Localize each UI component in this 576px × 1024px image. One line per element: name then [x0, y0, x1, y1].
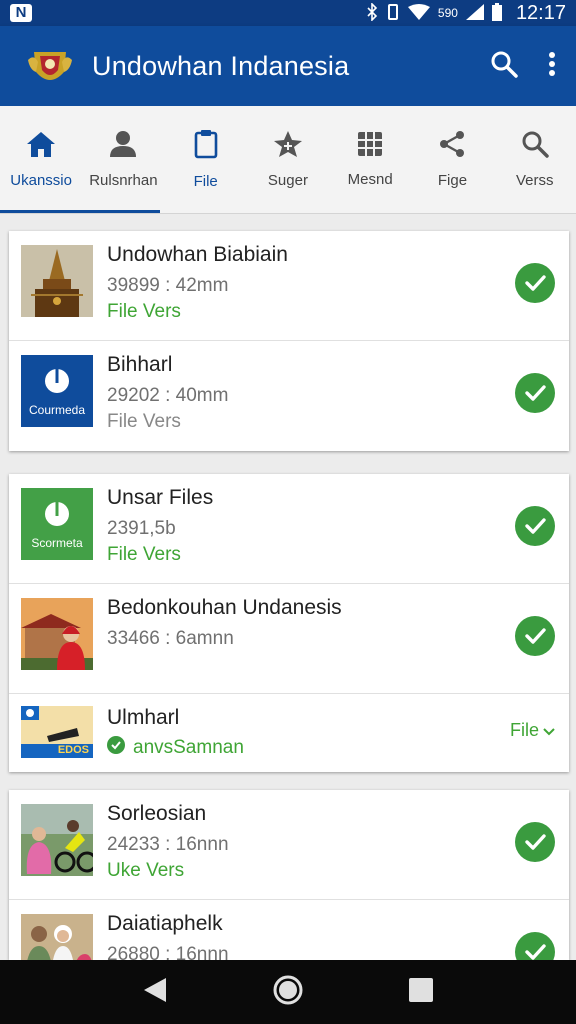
tab-mesnd[interactable]: Mesnd	[329, 106, 411, 213]
building-photo	[21, 598, 93, 670]
thumb-caption: Scormeta	[31, 536, 83, 550]
file-card: Scormeta Unsar Files 2391,5b File Vers B…	[9, 474, 569, 772]
item-title: Daiatiaphelk	[107, 912, 223, 935]
wifi-icon	[407, 3, 430, 23]
network-label: 590	[437, 6, 458, 20]
tab-verss[interactable]: Verss	[494, 106, 576, 213]
tab-label: Verss	[515, 172, 554, 189]
thumb-caption: EDOS	[57, 744, 89, 756]
item-title: Ulmharl	[107, 706, 180, 729]
clock: 12:17	[515, 1, 566, 24]
tab-fige[interactable]: Fige	[411, 106, 493, 213]
check-icon[interactable]	[515, 616, 555, 656]
tab-label: File	[193, 173, 218, 190]
item-title: Bihharl	[107, 353, 173, 376]
grid-icon	[357, 131, 383, 161]
check-icon[interactable]	[515, 506, 555, 546]
people-photo	[21, 914, 93, 960]
item-meta: anvsSamnan	[107, 736, 244, 760]
item-meta: File Vers	[107, 544, 181, 565]
system-nav-bar	[0, 960, 576, 1024]
tab-file[interactable]: File	[165, 106, 247, 213]
recents-icon[interactable]	[408, 977, 434, 1008]
item-title: Unsar Files	[107, 486, 214, 509]
check-icon	[107, 736, 125, 760]
share-icon	[438, 130, 466, 162]
vibrate-icon	[386, 3, 400, 24]
app-title: Undowhan Indanesia	[92, 50, 350, 81]
list-item[interactable]: Scormeta Unsar Files 2391,5b File Vers	[9, 474, 569, 584]
app-bar: Undowhan Indanesia	[0, 26, 576, 106]
item-size: 26880 : 16nnn	[107, 944, 229, 960]
item-meta: Uke Vers	[107, 860, 185, 881]
star-icon	[273, 130, 303, 162]
list-item[interactable]: Sorleosian 24233 : 16nnn Uke Vers	[9, 790, 569, 900]
tab-label: Fige	[437, 172, 468, 189]
item-title: Bedonkouhan Undanesis	[107, 596, 342, 619]
file-dropdown[interactable]: File	[510, 720, 555, 741]
item-meta-text: anvsSamnan	[133, 737, 244, 758]
home-button-icon[interactable]	[272, 974, 304, 1011]
tab-suger[interactable]: Suger	[247, 106, 329, 213]
tab-label: Suger	[267, 172, 308, 189]
search-icon[interactable]	[490, 50, 518, 83]
tab-label: Mesnd	[347, 171, 393, 188]
list-item[interactable]: Courmeda Bihharl 29202 : 40mm File Vers	[9, 341, 569, 451]
list-item[interactable]: Undowhan Biabiain 39899 : 42mm File Vers	[9, 231, 569, 341]
battery-icon	[491, 2, 502, 24]
signal-icon	[465, 3, 484, 23]
item-title: Undowhan Biabiain	[107, 243, 288, 266]
item-meta: File Vers	[107, 301, 181, 322]
dropdown-label: File	[509, 720, 539, 740]
home-icon	[26, 130, 56, 162]
item-size: 39899 : 42mm	[107, 275, 229, 296]
green-logo: Scormeta	[21, 488, 93, 560]
check-icon[interactable]	[515, 263, 555, 303]
item-size: 2391,5b	[107, 518, 176, 539]
chevron-down-icon	[543, 720, 555, 741]
crest-logo	[26, 42, 74, 90]
item-size: 33466 : 6amnn	[107, 628, 234, 649]
item-meta: File Vers	[107, 411, 181, 432]
tab-label: Ukanssio	[10, 172, 72, 189]
clipboard-icon	[194, 129, 218, 163]
back-icon[interactable]	[142, 976, 168, 1009]
temple-image	[21, 245, 93, 317]
thumb-caption: Courmeda	[28, 403, 86, 417]
status-bar: N 590 12:17	[0, 0, 576, 26]
blue-logo: Courmeda	[21, 355, 93, 427]
item-title: Sorleosian	[107, 802, 207, 825]
check-icon[interactable]	[515, 932, 555, 960]
tab-bar: Ukanssio Rulsnrhan File Suger Mesnd Fige	[0, 106, 576, 214]
item-size: 29202 : 40mm	[107, 385, 229, 406]
person-icon	[109, 130, 137, 162]
check-icon[interactable]	[515, 822, 555, 862]
search-icon	[521, 130, 549, 162]
cleaner-image: EDOS	[21, 706, 93, 758]
list-item[interactable]: Daiatiaphelk 26880 : 16nnn	[9, 900, 569, 960]
motorbike-photo	[21, 804, 93, 876]
n-app-icon: N	[10, 4, 32, 22]
check-icon[interactable]	[515, 373, 555, 413]
list-item[interactable]: Bedonkouhan Undanesis 33466 : 6amnn	[9, 584, 569, 694]
file-card: Sorleosian 24233 : 16nnn Uke Vers Daiati…	[9, 790, 569, 960]
list-item[interactable]: EDOS Ulmharl anvsSamnan File	[9, 694, 569, 772]
item-size: 24233 : 16nnn	[107, 834, 229, 855]
tab-ukanssio[interactable]: Ukanssio	[0, 106, 160, 213]
more-options-icon[interactable]	[548, 51, 556, 82]
bluetooth-icon	[366, 1, 378, 24]
tab-rulsnrhan[interactable]: Rulsnrhan	[82, 106, 164, 213]
tab-label: Rulsnrhan	[89, 172, 158, 189]
file-card: Undowhan Biabiain 39899 : 42mm File Vers…	[9, 231, 569, 451]
